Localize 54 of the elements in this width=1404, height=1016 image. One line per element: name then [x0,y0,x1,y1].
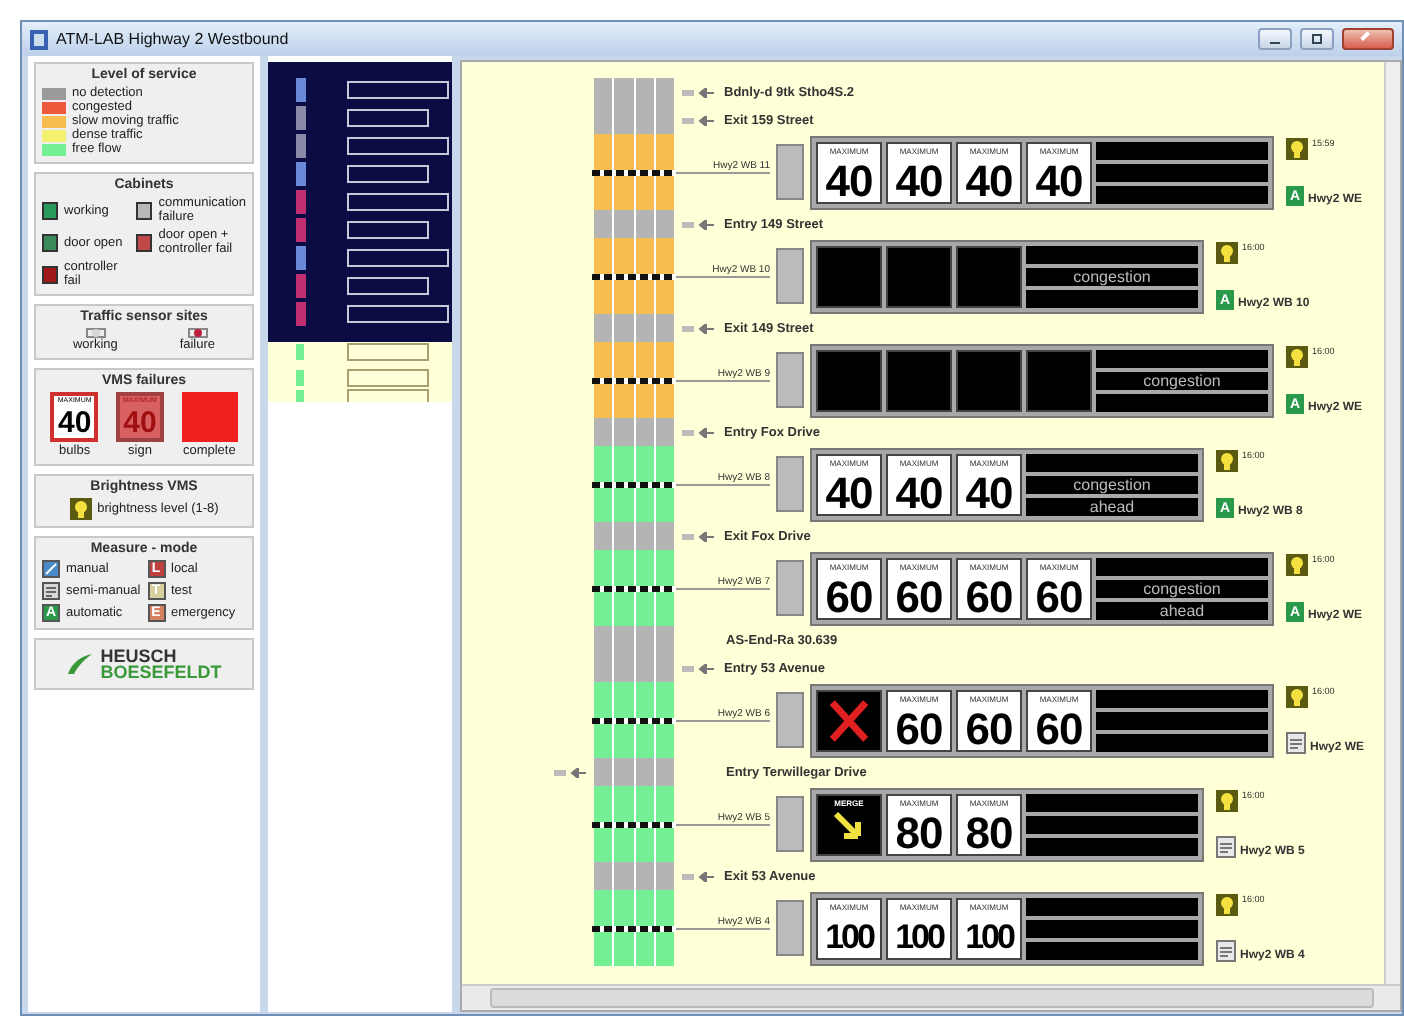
bulb-icon [1216,790,1238,812]
ramp-icon [682,427,714,437]
bulb-icon [1286,346,1308,368]
ramp-icon [682,871,714,881]
ramp-icon [682,531,714,541]
page-icon [1216,940,1236,962]
bulb-icon [1286,138,1308,160]
road-segment [594,78,674,106]
ramp-icon [682,219,714,229]
ramp-icon [682,323,714,333]
ramp-icon [554,767,586,777]
bulb-icon [1216,242,1238,264]
minimize-button[interactable] [1258,28,1292,50]
blank-panel [816,245,882,307]
ramp-icon [682,663,714,673]
sign-text: ahead [1026,497,1198,515]
window-title: ATM-LAB Highway 2 Westbound [56,30,291,48]
blank-panel [956,349,1022,411]
detector-icon [776,248,804,304]
logo-text: HEUSCH [100,648,177,664]
leaf-icon [66,652,95,676]
blank-panel [886,245,952,307]
sign-value: 40 [123,406,157,440]
bulb-icon [1216,450,1238,472]
page-icon [1286,732,1306,754]
sign-value: 40 [57,406,92,440]
detector-icon [776,456,804,512]
detector-icon [776,560,804,616]
bulb-icon [1216,894,1238,916]
blank-panel [816,349,882,411]
bulb-icon [69,498,92,520]
bulb-icon [1286,554,1308,576]
detector-icon [776,900,804,956]
detector-icon [776,796,804,852]
blank-panel [1026,349,1092,411]
sign-text: congestion [1096,579,1268,597]
logo-text: BOESEFELDT [100,664,222,680]
app-icon [30,29,48,49]
detector-icon [776,352,804,408]
bulb-icon [1286,686,1308,708]
sign-text: ahead [1096,601,1268,619]
detector-icon [776,144,804,200]
ramp-icon [682,87,714,97]
sign-text: congestion [1026,475,1198,493]
close-button[interactable] [1342,28,1394,50]
sign-text: congestion [1096,371,1268,389]
blank-panel [956,245,1022,307]
blank-panel [886,349,952,411]
detector-icon [776,692,804,748]
sign-text: congestion [1026,267,1198,285]
failed-sign-sample [181,392,238,442]
page-icon [1216,836,1236,858]
maximize-button[interactable] [1300,28,1334,50]
ramp-icon [682,115,714,125]
